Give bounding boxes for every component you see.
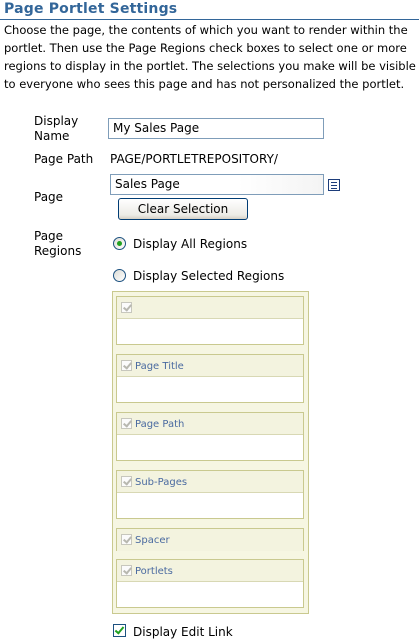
region-item-sub-pages: Sub-Pages	[116, 470, 304, 519]
clear-selection-button[interactable]: Clear Selection	[118, 198, 248, 220]
display-name-label-line: Display	[34, 114, 79, 128]
page-regions-label: Page Regions	[34, 229, 81, 259]
intro-line: portlet. Then use the Page Regions check…	[4, 41, 407, 55]
page-input[interactable]: Sales Page	[110, 174, 324, 195]
title-divider	[0, 19, 419, 20]
display-selected-regions-radio[interactable]	[113, 269, 126, 282]
display-name-input[interactable]: My Sales Page	[108, 118, 324, 139]
region-name: Portlets	[135, 566, 173, 577]
region-item-page-title: Page Title	[116, 354, 304, 403]
region-item-page-path: Page Path	[116, 412, 304, 461]
region-name: Spacer	[135, 535, 170, 546]
region-header: Spacer	[117, 529, 303, 551]
intro-text: Choose the page, the contents of which y…	[4, 21, 417, 93]
display-selected-regions-label[interactable]: Display Selected Regions	[133, 269, 284, 284]
intro-line: regions to display in the portlet. The s…	[4, 59, 416, 73]
page-path-label: Page Path	[34, 152, 94, 166]
region-checkbox[interactable]	[121, 302, 132, 313]
display-name-label: Display Name	[34, 114, 78, 144]
page-regions-label-line: Regions	[34, 244, 82, 258]
page-path-value: PAGE/PORTLETREPOSITORY/	[110, 152, 278, 166]
display-all-regions-radio[interactable]	[113, 237, 126, 250]
radio-selected-dot	[117, 241, 122, 246]
region-checkbox[interactable]	[121, 565, 132, 576]
region-item	[116, 296, 304, 345]
region-header: Sub-Pages	[117, 471, 303, 493]
intro-line: to everyone who sees this page and has n…	[4, 77, 405, 91]
intro-line: Choose the page, the contents of which y…	[4, 23, 408, 37]
display-name-label-line: Name	[34, 129, 70, 143]
region-name: Sub-Pages	[135, 477, 188, 488]
display-edit-link-label[interactable]: Display Edit Link	[133, 625, 233, 640]
page-label: Page	[34, 190, 64, 204]
page-regions-label-line: Page	[34, 229, 64, 243]
region-header	[117, 297, 303, 319]
list-lookup-icon[interactable]	[328, 179, 340, 191]
display-all-regions-label[interactable]: Display All Regions	[133, 237, 247, 252]
region-header: Page Title	[117, 355, 303, 377]
region-header: Portlets	[117, 560, 303, 582]
region-header: Page Path	[117, 413, 303, 435]
region-item-portlets: Portlets	[116, 559, 304, 608]
region-name: Page Path	[135, 419, 185, 430]
page-title: Page Portlet Settings	[4, 1, 178, 17]
region-checkbox[interactable]	[121, 534, 132, 545]
region-checkbox[interactable]	[121, 476, 132, 487]
region-name: Page Title	[135, 361, 184, 372]
display-edit-link-checkbox[interactable]	[113, 624, 126, 637]
region-item-spacer: Spacer	[116, 528, 304, 551]
region-checkbox[interactable]	[121, 418, 132, 429]
region-checkbox[interactable]	[121, 360, 132, 371]
